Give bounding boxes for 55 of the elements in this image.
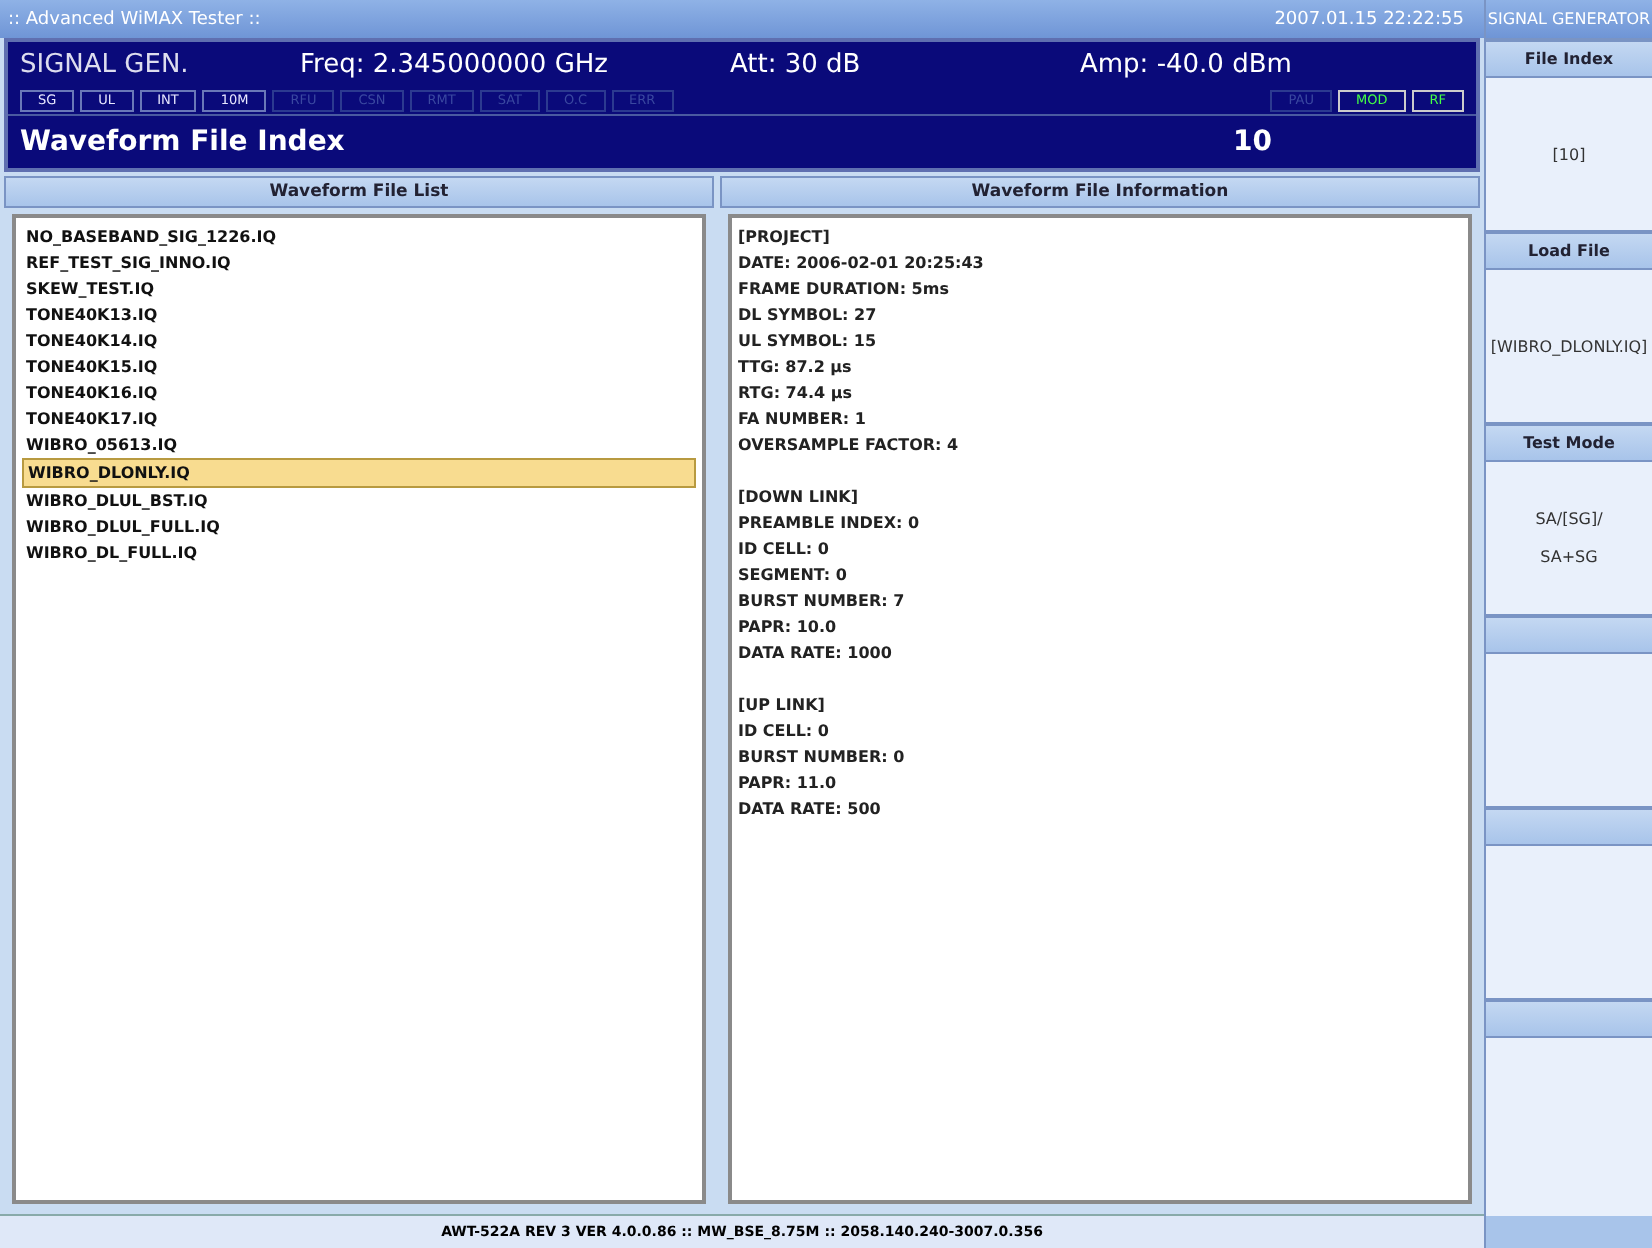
sidebar-title: SIGNAL GENERATOR [1486, 0, 1652, 38]
info-line: ID CELL: 0 [738, 720, 831, 744]
info-line: ID CELL: 0 [738, 538, 831, 562]
file-item[interactable]: SKEW_TEST.IQ [22, 276, 696, 302]
softkey-header[interactable] [1486, 614, 1652, 654]
softkey-value: SA+SG [1540, 548, 1598, 566]
info-line: DATA RATE: 500 [738, 798, 883, 822]
attenuation-readout: Att: 30 dB [730, 49, 863, 79]
datetime: 2007.01.15 22:22:55 [1274, 9, 1464, 29]
softkey-header[interactable]: File Index [1486, 38, 1652, 78]
section-heading: [DOWN LINK] [738, 486, 861, 510]
file-item[interactable]: TONE40K13.IQ [22, 302, 696, 328]
softkey-header[interactable] [1486, 998, 1652, 1038]
frequency-readout: Freq: 2.345000000 GHz [300, 49, 611, 79]
softkey-value: [10] [1552, 145, 1586, 163]
file-item[interactable]: REF_TEST_SIG_INNO.IQ [22, 250, 696, 276]
info-line: BURST NUMBER: 7 [738, 590, 907, 614]
info-line: PAPR: 10.0 [738, 616, 839, 640]
info-line: UL SYMBOL: 15 [738, 330, 879, 354]
file-item[interactable]: WIBRO_05613.IQ [22, 432, 696, 458]
file-item[interactable]: TONE40K16.IQ [22, 380, 696, 406]
screen-title: Waveform File Index [20, 126, 345, 158]
file-item[interactable]: TONE40K15.IQ [22, 354, 696, 380]
file-item[interactable]: WIBRO_DLONLY.IQ [22, 458, 696, 488]
window-title: :: Advanced WiMAX Tester :: [8, 9, 261, 29]
info-line: BURST NUMBER: 0 [738, 746, 907, 770]
info-line: DATA RATE: 1000 [738, 642, 894, 666]
info-line: DL SYMBOL: 27 [738, 304, 879, 328]
info-line: DATE: 2006-02-01 20:25:43 [738, 252, 986, 276]
file-item[interactable]: WIBRO_DLUL_BST.IQ [22, 488, 696, 514]
section-heading: [PROJECT] [738, 226, 832, 250]
softkey-header[interactable]: Test Mode [1486, 422, 1652, 462]
softkey-header[interactable] [1486, 806, 1652, 846]
panel-header: Waveform File List [4, 176, 714, 208]
index-value: 10 [1233, 126, 1272, 158]
file-item[interactable]: WIBRO_DLUL_FULL.IQ [22, 514, 696, 540]
info-line: RTG: 74.4 µs [738, 382, 854, 406]
info-line: PAPR: 11.0 [738, 772, 839, 796]
softkey-value: SA/[SG]/ [1535, 510, 1603, 528]
amplitude-readout: Amp: -40.0 dBm [1080, 49, 1292, 79]
mode-label: SIGNAL GEN. [20, 49, 191, 79]
file-item[interactable]: WIBRO_DL_FULL.IQ [22, 540, 696, 566]
file-item[interactable]: NO_BASEBAND_SIG_1226.IQ [22, 224, 696, 250]
info-line: PREAMBLE INDEX: 0 [738, 512, 922, 536]
file-item[interactable]: TONE40K14.IQ [22, 328, 696, 354]
softkey-header[interactable]: Load File [1486, 230, 1652, 270]
softkey-value: [WIBRO_DLONLY.IQ] [1490, 337, 1648, 355]
info-line: SEGMENT: 0 [738, 564, 849, 588]
panel-header: Waveform File Information [720, 176, 1480, 208]
info-line: FRAME DURATION: 5ms [738, 278, 951, 302]
info-line: FA NUMBER: 1 [738, 408, 868, 432]
section-heading: [UP LINK] [738, 694, 827, 718]
info-line: TTG: 87.2 µs [738, 356, 854, 380]
file-item[interactable]: TONE40K17.IQ [22, 406, 696, 432]
info-line: OVERSAMPLE FACTOR: 4 [738, 434, 961, 458]
